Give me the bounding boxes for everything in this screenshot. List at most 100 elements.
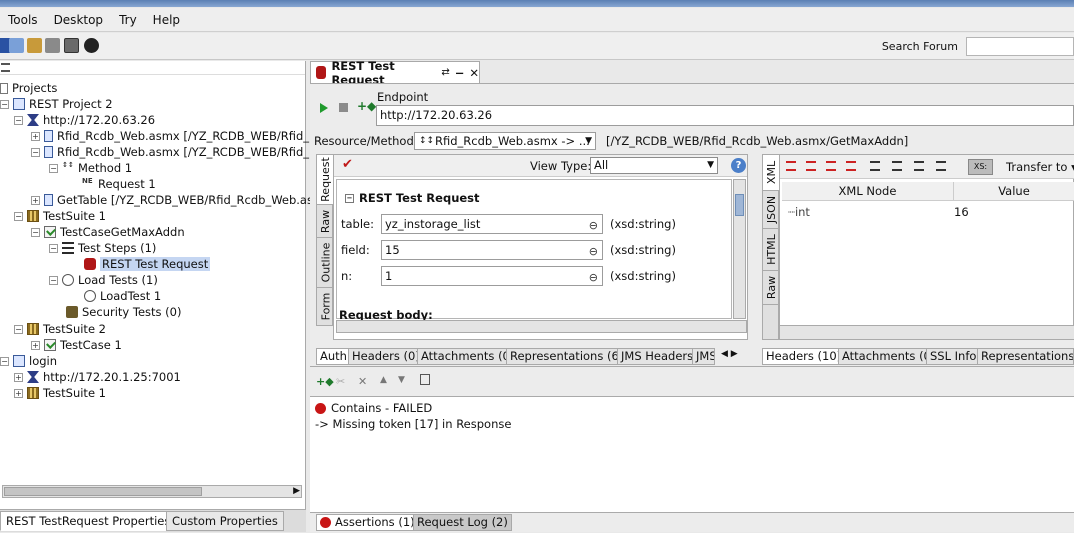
response-hscrollbar[interactable] xyxy=(780,325,1074,339)
minimize-icon[interactable]: − xyxy=(455,66,465,80)
menu-tools[interactable]: Tools xyxy=(8,9,38,31)
tab-form[interactable]: Form xyxy=(317,288,334,326)
tree-item-test-steps[interactable]: − Test Steps (1) xyxy=(49,240,156,256)
format-icon[interactable] xyxy=(786,161,796,171)
navigator-hscrollbar[interactable]: ▶ xyxy=(2,485,302,498)
menu-desktop[interactable]: Desktop xyxy=(54,9,104,31)
tree-item-interface-2[interactable]: + http://172.20.1.25:7001 xyxy=(14,369,181,385)
remove-icon[interactable]: ✕ xyxy=(358,375,367,388)
tab-response-attachments[interactable]: Attachments (0) xyxy=(838,348,940,365)
add-assertion-icon[interactable]: +◆ xyxy=(316,375,334,388)
clear-icon[interactable]: ⊖ xyxy=(589,217,598,235)
request-vscrollbar[interactable] xyxy=(733,179,746,319)
run-icon[interactable] xyxy=(320,103,328,113)
tab-raw[interactable]: Raw xyxy=(317,205,334,238)
format-icon[interactable] xyxy=(870,161,880,171)
field-field[interactable]: 15 ⊖ xyxy=(381,240,603,260)
validate-check-icon[interactable]: ✔ xyxy=(342,157,353,172)
view-type-select[interactable]: All ▼ xyxy=(590,157,718,174)
response-row-value[interactable]: 16 xyxy=(954,205,969,219)
tree-item-testcase-getmaxaddn[interactable]: − TestCaseGetMaxAddn xyxy=(31,224,185,240)
collapse-toggle[interactable]: − xyxy=(31,227,40,237)
expand-toggle[interactable]: + xyxy=(31,131,40,141)
tree-item-rest-test-request[interactable]: REST Test Request xyxy=(84,256,211,272)
collapse-toggle[interactable]: − xyxy=(0,99,9,109)
collapse-toggle[interactable]: − xyxy=(345,193,354,203)
tab-response-headers[interactable]: Headers (10) xyxy=(762,348,846,365)
format-icon[interactable] xyxy=(826,161,836,171)
collapse-all-icon[interactable] xyxy=(1,63,10,72)
table-field[interactable]: yz_instorage_list ⊖ xyxy=(381,214,603,234)
tree-item-resource-2[interactable]: − Rfid_Rcdb_Web.asmx [/YZ_RCDB_WEB/Rfid_… xyxy=(31,144,317,160)
clear-icon[interactable]: ⊖ xyxy=(589,243,598,261)
scroll-thumb[interactable] xyxy=(4,487,202,496)
format-icon[interactable] xyxy=(846,161,856,171)
scroll-thumb[interactable] xyxy=(735,194,744,216)
tab-attachments[interactable]: Attachments (0) xyxy=(417,348,519,365)
response-row-node[interactable]: ┈int xyxy=(788,205,810,219)
move-down-icon[interactable]: ▼ xyxy=(398,375,405,385)
help-icon[interactable]: ? xyxy=(731,158,746,173)
move-up-icon[interactable]: ▲ xyxy=(380,375,387,385)
endpoint-input[interactable]: http://172.20.63.26 xyxy=(376,105,1074,126)
tree-item-testcase-1[interactable]: + TestCase 1 xyxy=(31,337,122,353)
format-icon[interactable] xyxy=(914,161,924,171)
transfer-to-dropdown[interactable]: Transfer to ▾ xyxy=(1006,160,1074,174)
tree-item-testsuite-2[interactable]: − TestSuite 2 xyxy=(14,321,106,337)
column-value[interactable]: Value xyxy=(954,182,1074,201)
proxy-icon[interactable] xyxy=(64,38,79,53)
collapse-toggle[interactable]: − xyxy=(49,275,58,285)
tree-item-load-tests[interactable]: − Load Tests (1) xyxy=(49,272,158,288)
tab-request-log[interactable]: Request Log (2) xyxy=(413,514,512,531)
tree-item-loadtest-1[interactable]: LoadTest 1 xyxy=(84,288,161,304)
tab-xml[interactable]: XML xyxy=(763,155,780,191)
import-project-icon[interactable] xyxy=(9,38,24,53)
tab-json[interactable]: JSON xyxy=(763,191,780,229)
tab-outline[interactable]: Outline xyxy=(317,238,334,288)
tab-response-representations[interactable]: Representations ( xyxy=(977,348,1074,365)
tree-item-rest-project-2[interactable]: − REST Project 2 xyxy=(0,96,113,112)
xs-button[interactable]: XS: xyxy=(968,159,993,175)
copy-icon[interactable] xyxy=(420,374,430,385)
resource-method-select[interactable]: ↕↕ Rfid_Rcdb_Web.asmx -> ... ▼ xyxy=(414,132,596,150)
format-icon[interactable] xyxy=(892,161,902,171)
tree-item-login[interactable]: − login xyxy=(0,353,57,369)
tab-request[interactable]: Request xyxy=(317,155,334,205)
tab-raw-response[interactable]: Raw xyxy=(763,271,780,305)
menu-try[interactable]: Try xyxy=(119,9,137,31)
tab-jms-headers[interactable]: JMS Headers xyxy=(617,348,698,365)
tree-item-testsuite-1[interactable]: − TestSuite 1 xyxy=(14,208,106,224)
search-forum-input[interactable] xyxy=(966,37,1074,56)
format-icon[interactable] xyxy=(806,161,816,171)
tab-custom-properties[interactable]: Custom Properties xyxy=(166,511,284,531)
tab-auth[interactable]: Auth xyxy=(316,348,351,365)
collapse-toggle[interactable]: − xyxy=(0,356,9,366)
tab-rest-testrequest-properties[interactable]: REST TestRequest Properties xyxy=(0,511,177,531)
tree-item-security-tests[interactable]: Security Tests (0) xyxy=(66,304,181,320)
tree-item-interface[interactable]: − http://172.20.63.26 xyxy=(14,112,155,128)
collapse-toggle[interactable]: − xyxy=(14,211,23,221)
tree-item-testsuite-1b[interactable]: + TestSuite 1 xyxy=(14,385,106,401)
close-icon[interactable]: ✕ xyxy=(469,66,479,80)
n-field[interactable]: 1 ⊖ xyxy=(381,266,603,286)
column-xml-node[interactable]: XML Node xyxy=(782,182,954,201)
tree-item-resource-1[interactable]: + Rfid_Rcdb_Web.asmx [/YZ_RCDB_WEB/Rfid_… xyxy=(31,128,317,144)
tab-representations[interactable]: Representations (6) xyxy=(506,348,628,365)
tree-item-request-1[interactable]: NE Request 1 xyxy=(82,176,156,192)
tab-assertions[interactable]: Assertions (1) xyxy=(316,514,419,531)
expand-toggle[interactable]: + xyxy=(14,372,23,382)
collapse-toggle[interactable]: − xyxy=(14,115,23,125)
menu-help[interactable]: Help xyxy=(153,9,180,31)
tab-ssl-info[interactable]: SSL Info xyxy=(926,348,981,365)
collapse-toggle[interactable]: − xyxy=(31,147,40,157)
tab-headers[interactable]: Headers (0) xyxy=(348,348,424,365)
scroll-right-arrow-icon[interactable]: ▶ xyxy=(293,486,300,496)
pin-icon[interactable]: ⇄ xyxy=(441,67,449,78)
collapse-toggle[interactable]: − xyxy=(49,243,58,253)
tab-jms[interactable]: JMS xyxy=(692,348,715,365)
collapse-toggle[interactable]: − xyxy=(49,163,58,173)
request-hscrollbar[interactable] xyxy=(336,320,747,333)
stop-icon[interactable] xyxy=(339,103,348,112)
tree-root[interactable]: Projects xyxy=(0,80,57,96)
expand-toggle[interactable]: + xyxy=(31,340,40,350)
